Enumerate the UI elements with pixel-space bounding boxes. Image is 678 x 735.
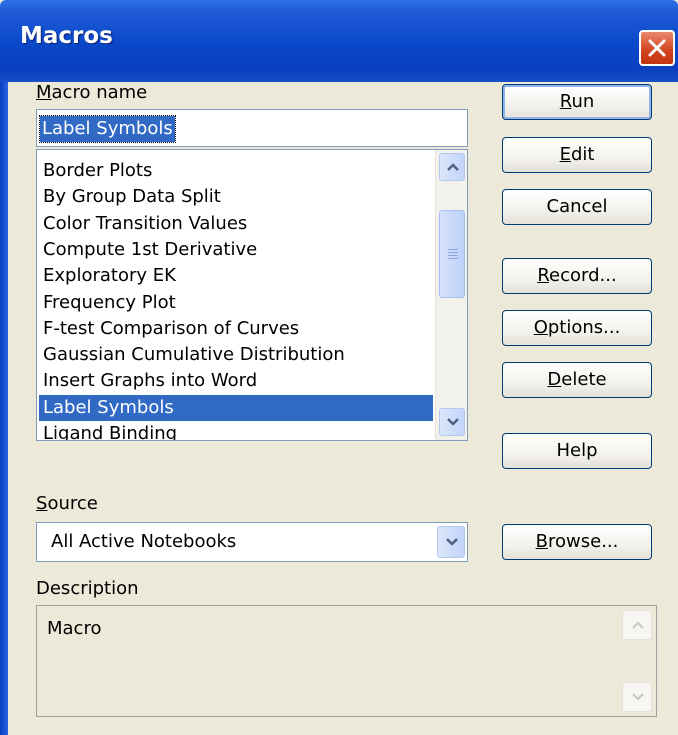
macro-name-label: Macro name <box>36 82 148 103</box>
chevron-down-icon <box>632 693 644 701</box>
run-button[interactable]: Run <box>502 84 652 120</box>
macro-list-item[interactable]: By Group Data Split <box>39 184 433 210</box>
delete-button[interactable]: Delete <box>502 362 652 398</box>
macro-list-item[interactable]: Frequency Plot <box>39 290 433 316</box>
window-frame-left <box>0 82 8 735</box>
description-label: Description <box>36 578 139 599</box>
description-box: Macro <box>36 605 657 717</box>
macro-list-item[interactable]: Insert Graphs into Word <box>39 368 433 394</box>
description-text: Macro <box>47 618 102 639</box>
macro-list[interactable]: Border Plots By Group Data Split Color Tra… <box>36 149 468 441</box>
browse-button[interactable]: Browse... <box>502 524 652 560</box>
chevron-down-icon <box>447 418 459 426</box>
close-button[interactable] <box>639 30 675 66</box>
macro-name-input-value: Label Symbols <box>39 115 176 143</box>
source-select[interactable]: All Active Notebooks <box>36 522 468 562</box>
macro-list-item[interactable]: Compute 1st Derivative <box>39 237 433 263</box>
scroll-thumb[interactable] <box>439 210 465 298</box>
macro-list-item[interactable]: Border Plots <box>39 158 433 184</box>
description-scrollbar <box>622 610 652 712</box>
cancel-button[interactable]: Cancel <box>502 189 652 225</box>
chevron-down-icon <box>446 538 458 546</box>
macro-list-item[interactable]: Label Symbols <box>39 394 433 421</box>
options-button[interactable]: Options... <box>502 310 652 346</box>
macro-list-item[interactable]: F-test Comparison of Curves <box>39 316 433 342</box>
source-label: Source <box>36 493 98 514</box>
help-button[interactable]: Help <box>502 433 652 469</box>
macro-list-item[interactable]: Gaussian Cumulative Distribution <box>39 342 433 368</box>
macro-list-item[interactable]: Color Transition Values <box>39 211 433 237</box>
macro-list-item[interactable]: Ligand Binding <box>39 421 433 440</box>
macro-name-input[interactable]: Label Symbols <box>36 109 468 147</box>
title-bar: Macros <box>0 0 678 82</box>
scroll-down-button[interactable] <box>439 408 465 436</box>
source-dropdown-button[interactable] <box>437 526 465 558</box>
chevron-up-icon <box>447 163 459 171</box>
close-x-icon <box>648 39 666 57</box>
scroll-up-button[interactable] <box>439 153 465 181</box>
macro-list-item[interactable]: Exploratory EK <box>39 263 433 289</box>
description-scroll-up-button <box>622 610 652 640</box>
window-title: Macros <box>20 23 113 49</box>
source-select-value: All Active Notebooks <box>51 531 237 552</box>
macro-list-scrollbar[interactable] <box>435 150 467 440</box>
edit-button[interactable]: Edit <box>502 137 652 173</box>
description-scroll-down-button <box>622 682 652 712</box>
chevron-up-icon <box>632 621 644 629</box>
record-button[interactable]: Record... <box>502 258 652 294</box>
